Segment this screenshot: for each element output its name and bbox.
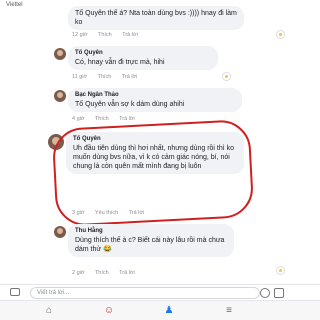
- reactions-icon[interactable]: ☺: [102, 305, 116, 317]
- comment-author[interactable]: Thu Hằng: [75, 227, 227, 236]
- comment-text: Có, hnay vẫn đi trực mà, hihi: [75, 59, 165, 66]
- highlight-circle: [51, 118, 255, 228]
- reaction-icon: [276, 266, 285, 275]
- reply-button[interactable]: Trả lời: [122, 74, 138, 80]
- like-button[interactable]: Thích: [95, 270, 109, 276]
- notifications-icon[interactable]: ♟: [162, 305, 176, 317]
- comment-actions: 11 giờ Thích Trả lời: [72, 74, 146, 80]
- comment-text: Tố Quyên thế á? Nta toàn dùng bvs :)))) …: [75, 10, 237, 26]
- menu-icon[interactable]: ≡: [222, 305, 236, 317]
- camera-icon[interactable]: [10, 288, 20, 296]
- comment-bubble: Tố Quyên Có, hnay vẫn đi trực mà, hihi: [68, 46, 218, 70]
- reply-button[interactable]: Trả lời: [119, 270, 135, 276]
- reply-composer: Viết trả lời...: [0, 284, 320, 300]
- comment-time: 4 giờ: [72, 116, 85, 122]
- comment-bubble: Tố Quyên thế á? Nta toàn dùng bvs :)))) …: [68, 6, 244, 30]
- reaction-icon: [222, 72, 231, 81]
- like-button[interactable]: Thích: [98, 32, 112, 38]
- like-button[interactable]: Thích: [98, 74, 112, 80]
- comment-bubble: Bạc Ngân Thảo Tố Quyên vẫn sợ k dám dùng…: [68, 88, 242, 112]
- like-button[interactable]: Thích: [95, 116, 109, 122]
- avatar[interactable]: [54, 90, 66, 102]
- carrier-label: Viettel: [6, 2, 23, 8]
- comment-time: 12 giờ: [72, 32, 88, 38]
- comment-actions: 4 giờ Thích Trả lời: [72, 116, 144, 122]
- comment-author[interactable]: Bạc Ngân Thảo: [75, 91, 235, 100]
- reply-button[interactable]: Trả lời: [119, 116, 135, 122]
- avatar[interactable]: [54, 48, 66, 60]
- reaction-icon: [276, 30, 285, 39]
- avatar[interactable]: [54, 226, 66, 238]
- emoji-icon[interactable]: [260, 288, 270, 298]
- comment-text: Tố Quyên vẫn sợ k dám dùng ahihi: [75, 101, 185, 108]
- bottom-nav: ⌂ ☺ ♟ ≡: [0, 300, 320, 320]
- comment-time: 11 giờ: [72, 74, 88, 80]
- comment-bubble: Thu Hằng Dùng thích thế à c? Biết cái nà…: [68, 224, 234, 257]
- reply-input[interactable]: Viết trả lời...: [30, 287, 260, 299]
- comment-text: Dùng thích thế à c? Biết cái này lâu rồi…: [75, 237, 225, 253]
- comment-time: 2 giờ: [72, 270, 85, 276]
- sticker-icon[interactable]: [274, 288, 284, 298]
- comment-actions: 12 giờ Thích Trả lời: [72, 32, 147, 38]
- reply-button[interactable]: Trả lời: [122, 32, 138, 38]
- comment-author[interactable]: Tố Quyên: [75, 49, 211, 58]
- home-icon[interactable]: ⌂: [42, 305, 56, 317]
- comment-actions: 2 giờ Thích Trả lời: [72, 270, 144, 276]
